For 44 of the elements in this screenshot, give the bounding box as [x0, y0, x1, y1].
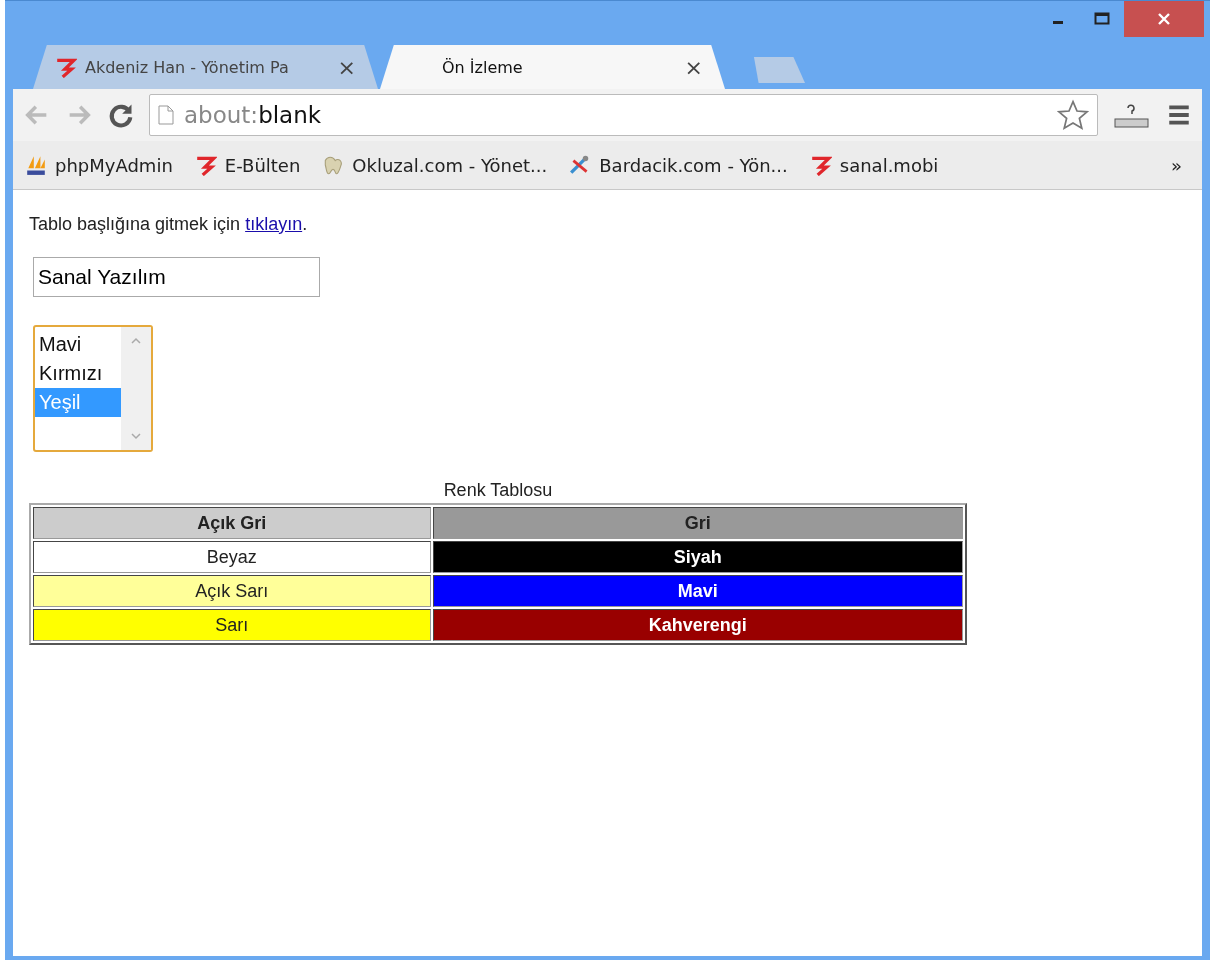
table-caption: Renk Tablosu [442, 480, 554, 501]
page-icon [158, 105, 174, 125]
bookmark-item[interactable]: phpMyAdmin [25, 154, 173, 176]
tab-title: Akdeniz Han - Yönetim Pa [85, 57, 290, 77]
bookmark-item[interactable]: sanal.mobi [809, 154, 939, 176]
list-box[interactable]: Mavi Kırmızı Yeşil [33, 325, 153, 452]
maximize-icon[interactable] [1094, 12, 1110, 26]
address-bar[interactable]: about:blank [149, 94, 1098, 136]
browser-tab[interactable]: Akdeniz Han - Yönetim Pa × [33, 45, 378, 89]
url-text: about:blank [184, 102, 323, 128]
table-cell: Beyaz [33, 541, 431, 573]
table-link[interactable]: tıklayın [245, 214, 303, 234]
header-cell: Gri [432, 507, 963, 539]
more-bookmarks-button[interactable]: » [1171, 154, 1190, 176]
scroll-down-icon[interactable] [130, 432, 142, 440]
table-cell: Sarı [33, 609, 431, 641]
close-icon[interactable]: × [684, 54, 703, 80]
scrollbar[interactable] [121, 327, 151, 450]
star-icon[interactable] [1057, 99, 1089, 131]
extension-icon[interactable] [1112, 101, 1152, 129]
close-button[interactable] [1124, 1, 1204, 37]
tooth-icon [322, 154, 345, 176]
list-option[interactable]: Kırmızı [35, 359, 121, 388]
bookmark-item[interactable]: E-Bülten [194, 154, 301, 176]
instruction-text: Tablo başlığına gitmek için tıklayın. [29, 214, 308, 235]
table-cell: Siyah [432, 541, 963, 573]
close-icon[interactable]: × [337, 54, 356, 80]
table-cell: Açık Sarı [33, 575, 431, 607]
table-cell: Mavi [432, 575, 963, 607]
close-icon [1156, 11, 1172, 27]
logo-icon [809, 154, 832, 176]
scroll-up-icon[interactable] [130, 337, 142, 345]
text-field[interactable]: Sanal Yazılım [33, 257, 320, 297]
header-cell: Açık Gri [33, 507, 431, 539]
list-option[interactable]: Mavi [35, 330, 121, 359]
logo-icon [194, 154, 217, 176]
bookmark-label: phpMyAdmin [55, 154, 173, 176]
bookmark-label: E-Bülten [224, 154, 301, 176]
sailboat-icon [25, 154, 47, 176]
logo-icon [55, 56, 77, 78]
table-cell: Kahverengi [432, 609, 963, 641]
bookmark-label: sanal.mobi [839, 154, 939, 176]
browser-tab[interactable]: Ön İzleme × [380, 45, 725, 89]
tab-title: Ön İzleme [441, 57, 524, 77]
